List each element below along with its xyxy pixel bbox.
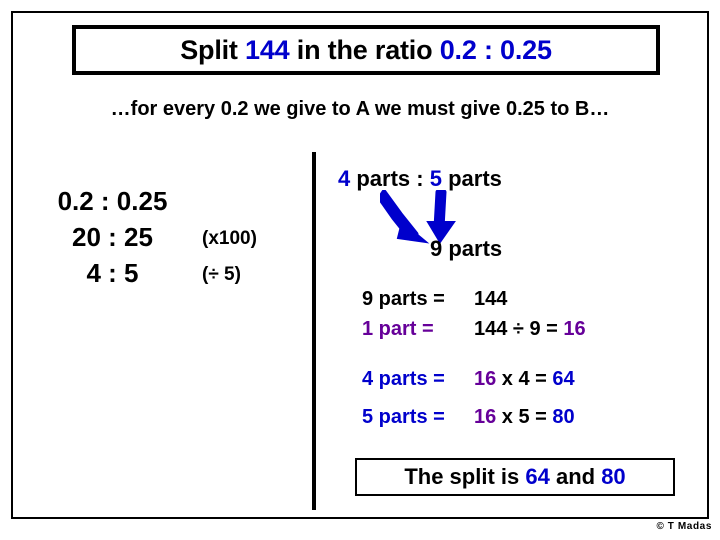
- equation-result: 16: [563, 318, 586, 340]
- equation-operator: x 4 =: [496, 368, 553, 390]
- equation-result: 64: [552, 368, 575, 390]
- ratio-step-row: 0.2 : 0.25: [30, 186, 302, 222]
- equation-row: 9 parts = 144: [362, 288, 507, 311]
- total-parts: 9 parts: [430, 236, 503, 261]
- answer-middle: and: [549, 464, 602, 489]
- equation-row: 4 parts = 16 x 4 = 64: [362, 368, 575, 391]
- answer-box: The split is 64 and 80: [355, 458, 675, 496]
- equation-label: 4 parts =: [362, 368, 445, 390]
- ratio-value: 4 : 5: [86, 258, 139, 288]
- parts-a-count: 4: [338, 166, 351, 191]
- title-prefix: Split: [180, 34, 246, 65]
- parts-b-word: parts: [441, 166, 502, 191]
- title-ratio: 0.2 : 0.25: [439, 34, 552, 65]
- equation-operator: x 5 =: [496, 406, 553, 428]
- equation-multiplier: 16: [474, 406, 497, 428]
- title-middle: in the ratio: [289, 34, 440, 65]
- equation-label: 1 part =: [362, 318, 434, 340]
- answer-first-value: 64: [525, 464, 550, 489]
- answer-prefix: The split is: [404, 464, 526, 489]
- equation-result: 80: [552, 406, 575, 428]
- slide: Split 144 in the ratio 0.2 : 0.25 …for e…: [0, 0, 720, 540]
- parts-a-word: parts :: [350, 166, 430, 191]
- equation-body: 144 ÷ 9 =: [474, 318, 564, 340]
- ratio-step-row: 4 : 5 (÷ 5): [30, 258, 302, 294]
- equation-multiplier: 16: [474, 368, 497, 390]
- equation-label: 9 parts =: [362, 288, 445, 310]
- title-box: Split 144 in the ratio 0.2 : 0.25: [72, 25, 660, 75]
- ratio-value: 0.2 : 0.25: [57, 186, 168, 216]
- page-title: Split 144 in the ratio 0.2 : 0.25: [180, 35, 552, 66]
- ratio-step-row: 20 : 25 (x100): [30, 222, 302, 258]
- ratio-steps: 0.2 : 0.25 20 : 25 (x100) 4 : 5 (÷ 5): [30, 186, 302, 294]
- equation-body: 144: [474, 288, 508, 310]
- parts-b-count: 5: [429, 166, 442, 191]
- ratio-value: 20 : 25: [72, 222, 153, 252]
- answer-text: The split is 64 and 80: [404, 464, 625, 490]
- equation-row: 5 parts = 16 x 5 = 80: [362, 406, 575, 429]
- column-divider: [312, 152, 316, 510]
- answer-second-value: 80: [601, 464, 626, 489]
- title-number: 144: [245, 34, 290, 65]
- copyright-notice: © T Madas: [656, 521, 712, 532]
- ratio-operation: (÷ 5): [202, 264, 241, 285]
- ratio-operation: (x100): [202, 228, 257, 249]
- equation-row: 1 part = 144 ÷ 9 = 16: [362, 318, 586, 341]
- equation-label: 5 parts =: [362, 406, 445, 428]
- subtitle: …for every 0.2 we give to A we must give…: [110, 98, 610, 120]
- parts-ratio-line: 4 parts : 5 parts: [338, 166, 502, 192]
